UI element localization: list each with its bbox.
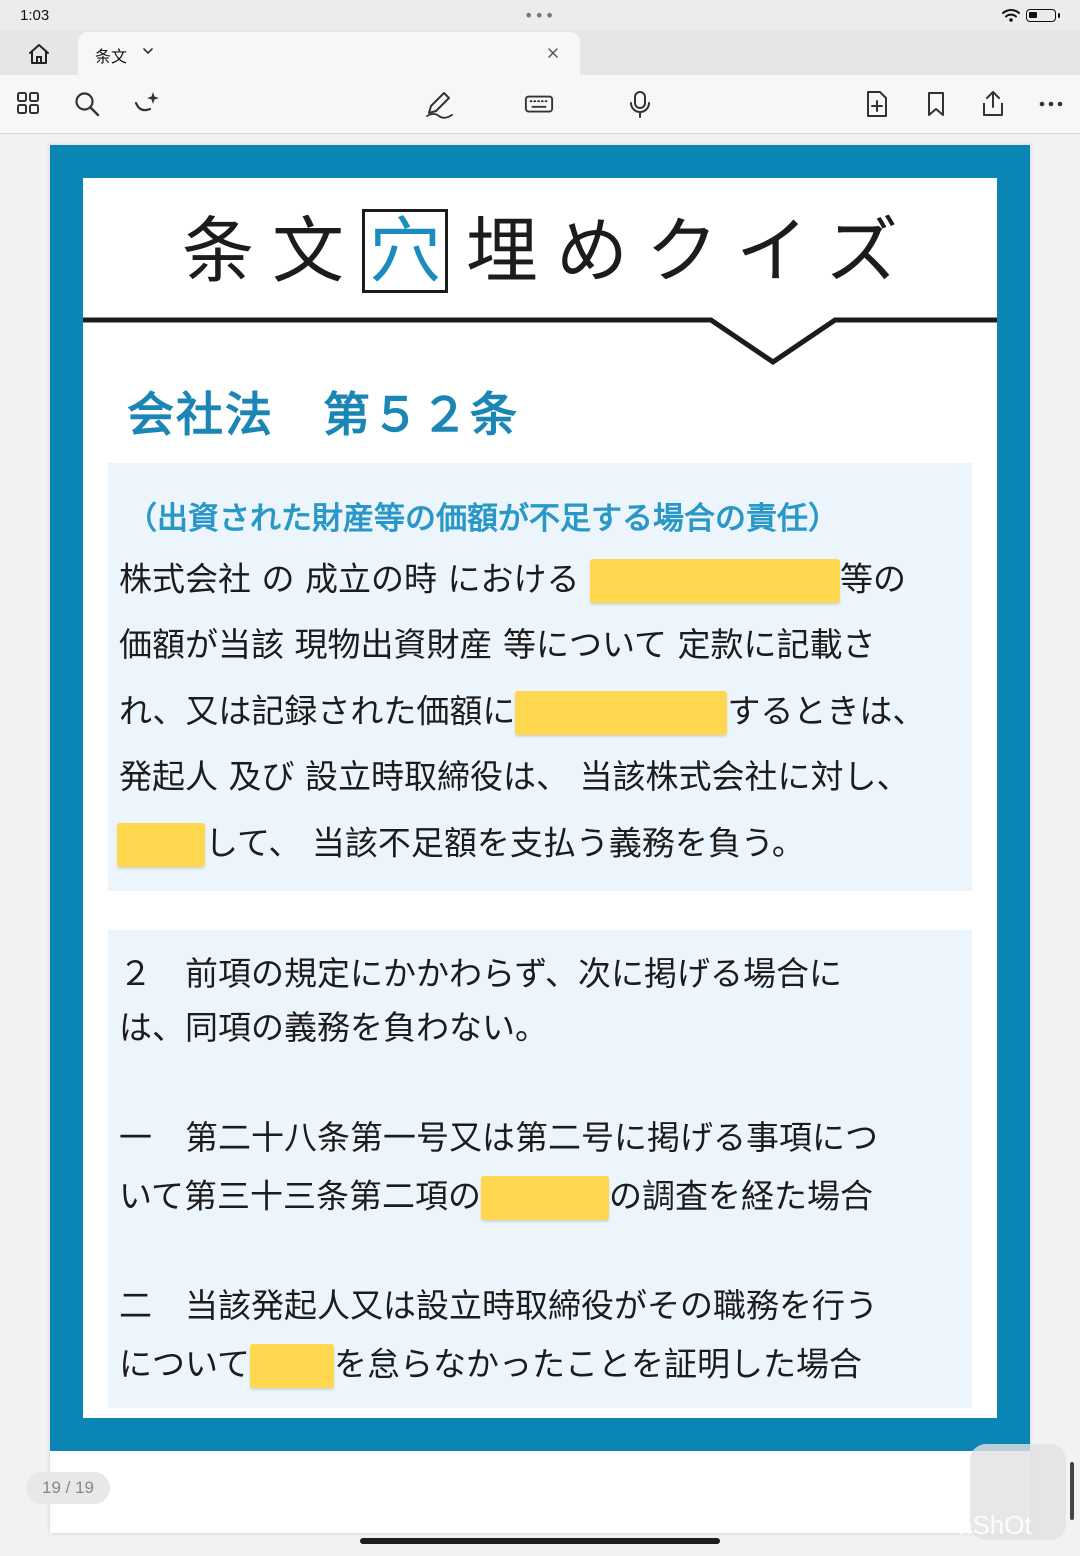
text-line: について を怠らなかったことを証明した場合 — [119, 1344, 862, 1388]
text-line: 株式会社 の 成立の時 における 等の — [119, 559, 906, 603]
wifi-icon — [1002, 9, 1020, 22]
title-char: 条 — [181, 209, 254, 293]
status-bar: 1:03 ••• — [0, 0, 1080, 30]
share-icon[interactable] — [978, 89, 1008, 119]
status-time: 1:03 — [20, 7, 50, 24]
article-heading: （出資された財産等の価額が不足する場合の責任） — [126, 501, 839, 537]
quiz-card: 条文穴埋めクイズ 会社法 第５２条 （出資された財産等の価額が不足する場合の責任… — [83, 178, 997, 1418]
more-icon[interactable] — [1036, 89, 1066, 119]
article-section-2: ２ 前項の規定にかかわらず、次に掲げる場合に は、同項の義務を負わない。 一 第… — [108, 930, 972, 1408]
document-tab[interactable]: 条文 — [78, 32, 580, 75]
chevron-down-icon[interactable] — [141, 44, 155, 58]
text-segment: するときは、 — [727, 691, 926, 731]
add-page-icon[interactable] — [862, 89, 892, 119]
scrollbar-thumb[interactable] — [1070, 1462, 1074, 1520]
text-line: いて第三十三条第二項の の調査を経た場合 — [119, 1176, 873, 1220]
title-divider — [83, 317, 997, 366]
home-icon[interactable] — [24, 42, 54, 66]
grid-icon[interactable] — [14, 89, 44, 119]
close-icon[interactable] — [546, 46, 560, 60]
tab-title: 条文 — [95, 47, 128, 66]
text-line: ２ 前項の規定にかかわらず、次に掲げる場合に — [119, 954, 843, 993]
title-char: 埋 — [465, 209, 538, 293]
text-segment: を怠らなかったことを証明した場合 — [334, 1344, 863, 1384]
text-segment: れ、又は記録された価額に — [119, 691, 516, 731]
home-indicator[interactable] — [360, 1538, 720, 1544]
title-char: め — [556, 209, 629, 293]
search-icon[interactable] — [72, 89, 102, 119]
pen-icon[interactable] — [424, 89, 454, 119]
tab-bar: 条文 — [0, 30, 1080, 75]
text-line: 一 第二十八条第一号又は第二号に掲げる事項につ — [119, 1118, 878, 1157]
text-line: は、同項の義務を負わない。 — [119, 1008, 548, 1047]
answer-blank-1[interactable] — [589, 559, 840, 603]
title-char-boxed: 穴 — [361, 209, 448, 293]
title-char: ズ — [826, 209, 899, 293]
battery-icon — [1026, 9, 1060, 22]
answer-blank-4[interactable] — [481, 1176, 610, 1220]
text-segment: 等の — [839, 559, 906, 599]
answer-blank-3[interactable] — [117, 823, 205, 867]
toolbar — [0, 75, 1080, 134]
article-section-1: （出資された財産等の価額が不足する場合の責任） 株式会社 の 成立の時 における… — [108, 463, 972, 891]
law-title: 会社法 第５２条 — [127, 388, 519, 443]
bookmark-icon[interactable] — [921, 89, 951, 119]
text-line: 発起人 及び 設立時取締役は、 当該株式会社に対し、 — [119, 757, 910, 796]
text-line: れ、又は記録された価額に するときは、 — [119, 691, 925, 735]
title-char: イ — [736, 209, 809, 293]
document-page: 条文穴埋めクイズ 会社法 第５２条 （出資された財産等の価額が不足する場合の責任… — [50, 145, 1030, 1533]
title-char: ク — [646, 209, 719, 293]
text-segment: 株式会社 の 成立の時 における — [119, 559, 590, 599]
microphone-icon[interactable] — [625, 89, 655, 119]
answer-blank-5[interactable] — [250, 1344, 335, 1388]
quiz-title: 条文穴埋めクイズ — [83, 208, 997, 298]
text-line: して、 当該不足額を支払う義務を負う。 — [117, 823, 805, 867]
answer-blank-2[interactable] — [515, 691, 728, 735]
text-line: 価額が当該 現物出資財産 等について 定款に記載さ — [119, 625, 876, 664]
title-char: 文 — [271, 209, 344, 293]
multitasking-dots-icon[interactable]: ••• — [524, 6, 555, 25]
text-segment: の調査を経た場合 — [609, 1176, 874, 1216]
text-segment: して、 当該不足額を支払う義務を負う。 — [205, 823, 805, 863]
sparkle-icon[interactable] — [132, 89, 162, 119]
text-segment: いて第三十三条第二項の — [119, 1176, 482, 1216]
keyboard-icon[interactable] — [524, 89, 554, 119]
page-indicator: 19 / 19 — [26, 1472, 110, 1504]
text-segment: について — [119, 1344, 251, 1384]
quiz-frame: 条文穴埋めクイズ 会社法 第５２条 （出資された財産等の価額が不足する場合の責任… — [50, 145, 1030, 1451]
watermark-text: nShOt — [958, 1510, 1032, 1540]
text-line: 二 当該発起人又は設立時取締役がその職務を行う — [119, 1286, 878, 1325]
